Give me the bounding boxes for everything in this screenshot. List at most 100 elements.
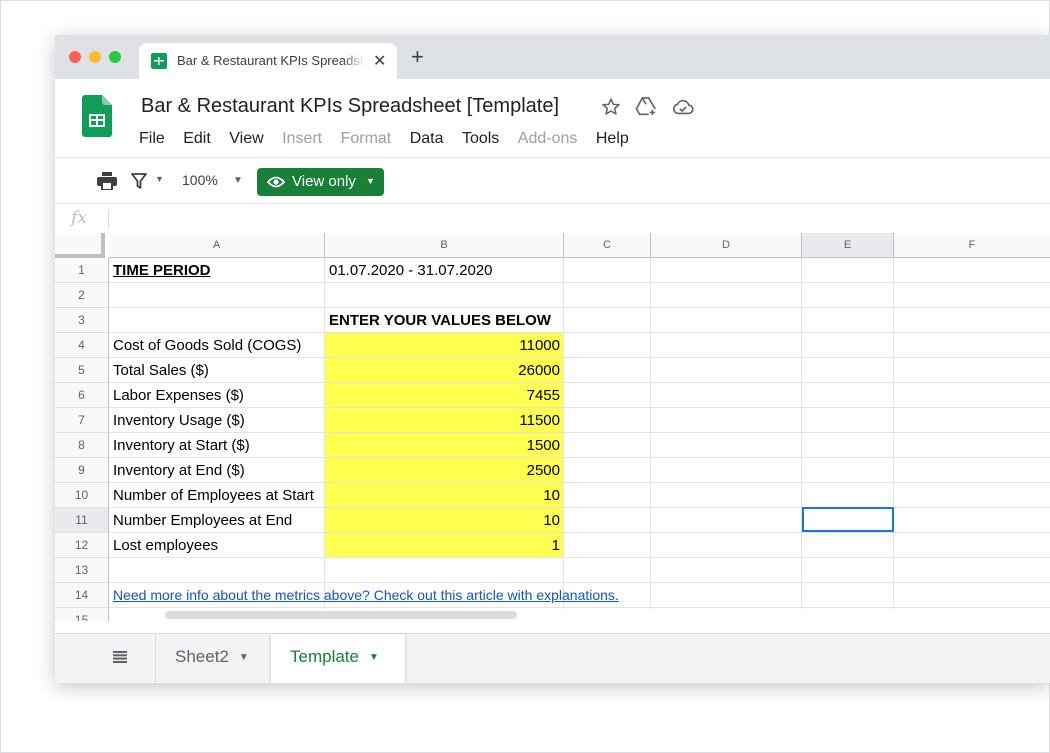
row-header[interactable]: 15 [55, 608, 109, 621]
formula-bar: fx [55, 203, 1050, 235]
window-close-dot[interactable] [69, 51, 81, 63]
grid-line [324, 258, 325, 621]
column-header-b[interactable]: B [325, 233, 564, 258]
horizontal-scrollbar-track[interactable] [109, 609, 1050, 621]
grid-line [109, 307, 1050, 308]
close-tab-icon[interactable]: ✕ [373, 51, 386, 71]
browser-tab-strip: Bar & Restaurant KPIs Spreadsheet [Templ… [55, 35, 1050, 79]
grid-line [563, 258, 564, 621]
cell-a9[interactable]: Inventory at End ($) [113, 458, 245, 483]
cell-a6[interactable]: Labor Expenses ($) [113, 383, 244, 408]
article-link[interactable]: Need more info about the metrics above? … [113, 583, 619, 608]
menu-insert: Insert [282, 130, 323, 147]
cell-b8[interactable]: 1500 [329, 433, 560, 458]
cell-a1[interactable]: TIME PERIOD [113, 258, 211, 283]
spreadsheet-grid[interactable]: A B C D E F 1 2 3 4 5 6 7 8 9 10 11 12 1… [55, 233, 1050, 621]
cell-a10[interactable]: Number of Employees at Start [113, 483, 314, 508]
horizontal-scrollbar-thumb[interactable] [165, 611, 517, 619]
row-header[interactable]: 6 [55, 383, 109, 408]
cell-a11[interactable]: Number Employees at End [113, 508, 292, 533]
column-header-c[interactable]: C [564, 233, 651, 258]
cell-a8[interactable]: Inventory at Start ($) [113, 433, 250, 458]
sheets-logo-icon[interactable] [82, 95, 112, 137]
row-header[interactable]: 14 [55, 583, 109, 608]
star-icon[interactable] [601, 97, 621, 122]
column-header-d[interactable]: D [651, 233, 802, 258]
cell-a4[interactable]: Cost of Goods Sold (COGS) [113, 333, 301, 358]
cell-b9[interactable]: 2500 [329, 458, 560, 483]
all-sheets-menu-icon[interactable] [113, 651, 127, 663]
row-header[interactable]: 3 [55, 308, 109, 333]
view-only-dropdown-icon: ▼ [366, 176, 375, 186]
new-tab-icon[interactable]: + [411, 46, 424, 68]
menu-help[interactable]: Help [596, 130, 629, 148]
menu-file[interactable]: File [139, 130, 165, 148]
docs-header: Bar & Restaurant KPIs Spreadsheet [Templ… [55, 79, 1050, 157]
row-header[interactable]: 4 [55, 333, 109, 358]
grid-line [109, 557, 1050, 558]
view-only-label: View only [292, 173, 356, 190]
filter-dropdown-icon[interactable]: ▼ [155, 174, 164, 184]
screenshot-frame: Bar & Restaurant KPIs Spreadsheet [Templ… [0, 0, 1050, 753]
grid-line [801, 258, 802, 621]
cell-b4[interactable]: 11000 [329, 333, 560, 358]
window-minimize-dot[interactable] [89, 51, 101, 63]
browser-tab-title: Bar & Restaurant KPIs Spreadsheet [Templ… [177, 53, 365, 68]
sheet-tab-template[interactable]: Template ▼ [271, 634, 405, 683]
filter-icon[interactable] [131, 173, 147, 194]
cell-a7[interactable]: Inventory Usage ($) [113, 408, 245, 433]
row-header[interactable]: 1 [55, 258, 109, 283]
column-header-a[interactable]: A [109, 233, 325, 258]
grid-line [650, 258, 651, 621]
cell-a5[interactable]: Total Sales ($) [113, 358, 209, 383]
cell-a12[interactable]: Lost employees [113, 533, 218, 558]
sheet-menu-icon[interactable]: ▼ [239, 652, 249, 663]
cell-b11[interactable]: 10 [329, 508, 560, 533]
zoom-select[interactable]: 100% [182, 172, 218, 188]
cell-b1[interactable]: 01.07.2020 - 31.07.2020 [329, 258, 492, 283]
window-maximize-dot[interactable] [109, 51, 121, 63]
row-header[interactable]: 10 [55, 483, 109, 508]
row-header[interactable]: 7 [55, 408, 109, 433]
row-header[interactable]: 8 [55, 433, 109, 458]
grid-line [109, 457, 1050, 458]
zoom-dropdown-icon[interactable]: ▼ [233, 175, 243, 186]
eye-icon [267, 176, 285, 188]
menu-edit[interactable]: Edit [183, 130, 211, 148]
grid-line [109, 382, 1050, 383]
menu-bar: File Edit View Insert Format Data Tools … [139, 130, 643, 148]
browser-tab[interactable]: Bar & Restaurant KPIs Spreadsheet [Templ… [139, 43, 397, 79]
view-only-button[interactable]: View only ▼ [257, 168, 384, 196]
cell-b3[interactable]: ENTER YOUR VALUES BELOW [329, 308, 551, 333]
cell-b5[interactable]: 26000 [329, 358, 560, 383]
column-header-f[interactable]: F [894, 233, 1050, 258]
cell-b10[interactable]: 10 [329, 483, 560, 508]
cell-b12[interactable]: 1 [329, 533, 560, 558]
row-header[interactable]: 2 [55, 283, 109, 308]
print-icon[interactable] [97, 172, 117, 195]
cell-b7[interactable]: 11500 [329, 408, 560, 433]
menu-add-ons: Add-ons [517, 130, 578, 147]
sheet-tab-divider [155, 634, 156, 683]
column-header-e[interactable]: E [802, 233, 894, 258]
row-header[interactable]: 5 [55, 358, 109, 383]
browser-window: Bar & Restaurant KPIs Spreadsheet [Templ… [55, 35, 1050, 683]
row-header[interactable]: 9 [55, 458, 109, 483]
document-title[interactable]: Bar & Restaurant KPIs Spreadsheet [Templ… [141, 95, 559, 118]
row-header[interactable]: 13 [55, 558, 109, 583]
active-cell-selection[interactable] [802, 507, 894, 532]
cloud-status-icon[interactable] [672, 99, 694, 120]
menu-data[interactable]: Data [410, 130, 444, 148]
move-to-drive-icon[interactable] [635, 97, 657, 122]
menu-view[interactable]: View [229, 130, 263, 148]
sheets-favicon-icon [151, 53, 167, 69]
sheet-menu-icon[interactable]: ▼ [369, 652, 379, 663]
row-header[interactable]: 11 [55, 508, 109, 533]
sheet-tab-label: Template [290, 647, 359, 666]
cell-b6[interactable]: 7455 [329, 383, 560, 408]
select-all-corner[interactable] [55, 233, 105, 258]
menu-tools[interactable]: Tools [462, 130, 499, 148]
sheet-tab-sheet2[interactable]: Sheet2 ▼ [175, 634, 271, 683]
title-actions [601, 97, 704, 119]
row-header[interactable]: 12 [55, 533, 109, 558]
